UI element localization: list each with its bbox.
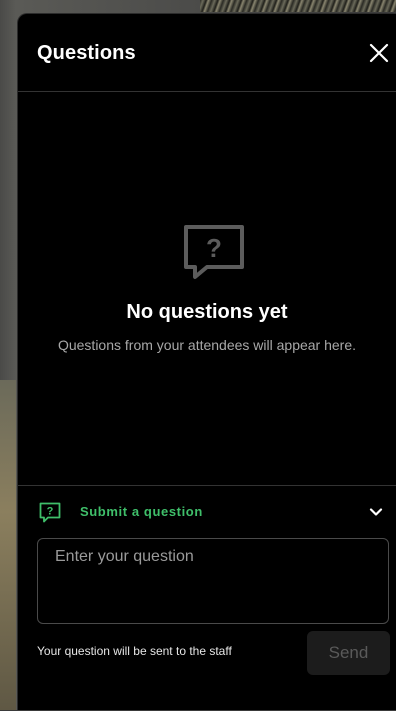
question-input[interactable] [37, 538, 389, 624]
question-bubble-icon: ? [39, 502, 61, 523]
chevron-down-icon [369, 508, 383, 516]
questions-panel: Questions ? No questions yet Questions f… [17, 13, 396, 710]
panel-title: Questions [37, 42, 136, 64]
question-composer: ? Submit a question Your question will b… [18, 485, 396, 711]
svg-text:?: ? [206, 233, 222, 263]
background-video-strip [200, 0, 396, 12]
send-button[interactable]: Send [307, 631, 390, 675]
close-button[interactable] [367, 41, 391, 65]
question-bubble-icon: ? [184, 225, 244, 279]
empty-state-subtitle: Questions from your attendees will appea… [57, 337, 357, 353]
svg-text:?: ? [47, 506, 54, 518]
submit-question-label: Submit a question [80, 504, 203, 519]
background-video-edge [0, 380, 16, 710]
empty-state-title: No questions yet [126, 301, 288, 323]
submit-question-toggle[interactable]: ? Submit a question [18, 498, 396, 526]
question-hint: Your question will be sent to the staff [37, 644, 232, 658]
close-icon [369, 43, 389, 63]
panel-header: Questions [18, 14, 396, 92]
